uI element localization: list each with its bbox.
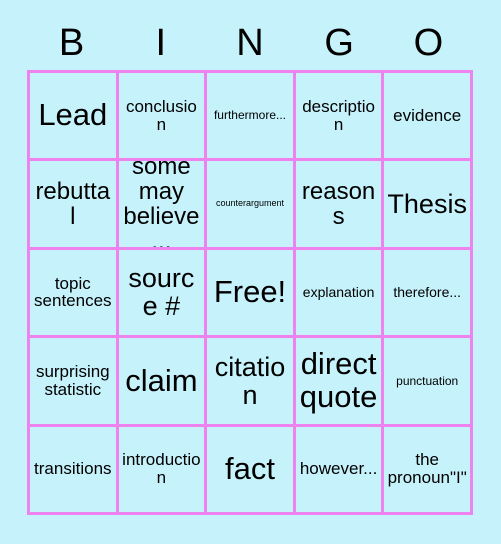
bingo-cell-label: explanation xyxy=(302,284,375,301)
header-letter-n: N xyxy=(236,22,264,64)
header-letter-b: B xyxy=(58,22,85,64)
bingo-cell-label: rebuttal xyxy=(35,177,111,231)
bingo-cell-r5c4[interactable]: however... xyxy=(295,426,385,515)
bingo-cell-label: transitions xyxy=(34,459,112,479)
bingo-cell-r2c1[interactable]: rebuttal xyxy=(30,161,119,250)
header-letter-o: O xyxy=(413,22,444,64)
bingo-cell-label: direct quote xyxy=(299,346,378,414)
bingo-cell-r4c2[interactable]: claim xyxy=(118,338,208,427)
bingo-cell-r2c2[interactable]: some may believe... xyxy=(118,161,208,250)
bingo-cell-label: claim xyxy=(125,362,198,398)
bingo-cell-r3c2[interactable]: source # xyxy=(118,249,208,339)
bingo-cell-r5c5[interactable]: the pronoun"I" xyxy=(384,426,473,515)
bingo-free-space-label: Free! xyxy=(213,274,287,310)
bingo-cell-label: furthermore... xyxy=(213,108,286,123)
bingo-cell-label: fact xyxy=(225,451,275,487)
bingo-cell-label: conclusion xyxy=(125,96,197,134)
bingo-cell-label: evidence xyxy=(393,105,462,125)
header-letter-i: I xyxy=(155,22,167,64)
bingo-cell-r4c3[interactable]: citation xyxy=(207,338,296,427)
bingo-cell-label: description xyxy=(302,96,375,134)
bingo-cell-r3c5[interactable]: therefore... xyxy=(384,249,473,339)
header-letter-g: G xyxy=(324,22,354,64)
bingo-cell-r3c1[interactable]: topic sentences xyxy=(30,249,119,339)
bingo-cell-r4c4[interactable]: direct quote xyxy=(295,338,385,427)
bingo-cell-r1c2[interactable]: conclusion xyxy=(118,73,208,162)
bingo-cell-label: therefore... xyxy=(393,284,462,301)
bingo-cell-label: however... xyxy=(299,459,378,479)
bingo-cell-r3c4[interactable]: explanation xyxy=(295,249,385,339)
bingo-cell-r2c4[interactable]: reasons xyxy=(295,161,385,250)
bingo-cell-r2c5[interactable]: Thesis xyxy=(384,161,473,250)
bingo-grid: Lead conclusion furthermore... descripti… xyxy=(27,70,473,515)
bingo-cell-label: topic sentences xyxy=(34,273,112,311)
bingo-cell-r5c3[interactable]: fact xyxy=(207,426,296,515)
bingo-cell-label: surprising statistic xyxy=(35,362,110,399)
bingo-cell-label: citation xyxy=(214,351,286,410)
bingo-card: B I N G O Lead conclusion furthermore...… xyxy=(0,0,501,544)
bingo-cell-r1c5[interactable]: evidence xyxy=(384,73,473,162)
bingo-cell-r5c2[interactable]: introduction xyxy=(118,426,208,515)
bingo-cell-label: Thesis xyxy=(387,188,467,219)
bingo-cell-label: source # xyxy=(128,263,195,322)
bingo-cell-r4c5[interactable]: punctuation xyxy=(384,338,473,427)
bingo-cell-label: counterargument xyxy=(215,198,285,209)
bingo-cell-label: punctuation xyxy=(396,373,459,388)
bingo-cell-r4c1[interactable]: surprising statistic xyxy=(30,338,119,427)
bingo-cell-label: introduction xyxy=(122,450,201,488)
bingo-cell-r1c3[interactable]: furthermore... xyxy=(207,73,296,162)
bingo-cell-free-space[interactable]: Free! xyxy=(207,249,296,339)
bingo-header-row: B I N G O xyxy=(27,16,473,70)
bingo-cell-r5c1[interactable]: transitions xyxy=(30,426,119,515)
bingo-cell-label: some may believe... xyxy=(123,161,200,250)
bingo-cell-r1c1[interactable]: Lead xyxy=(30,73,119,162)
bingo-cell-label: reasons xyxy=(301,177,376,231)
bingo-cell-r2c3[interactable]: counterargument xyxy=(207,161,296,250)
bingo-cell-label: Lead xyxy=(38,97,108,133)
bingo-cell-label: the pronoun"I" xyxy=(387,450,467,488)
bingo-cell-r1c4[interactable]: description xyxy=(295,73,385,162)
